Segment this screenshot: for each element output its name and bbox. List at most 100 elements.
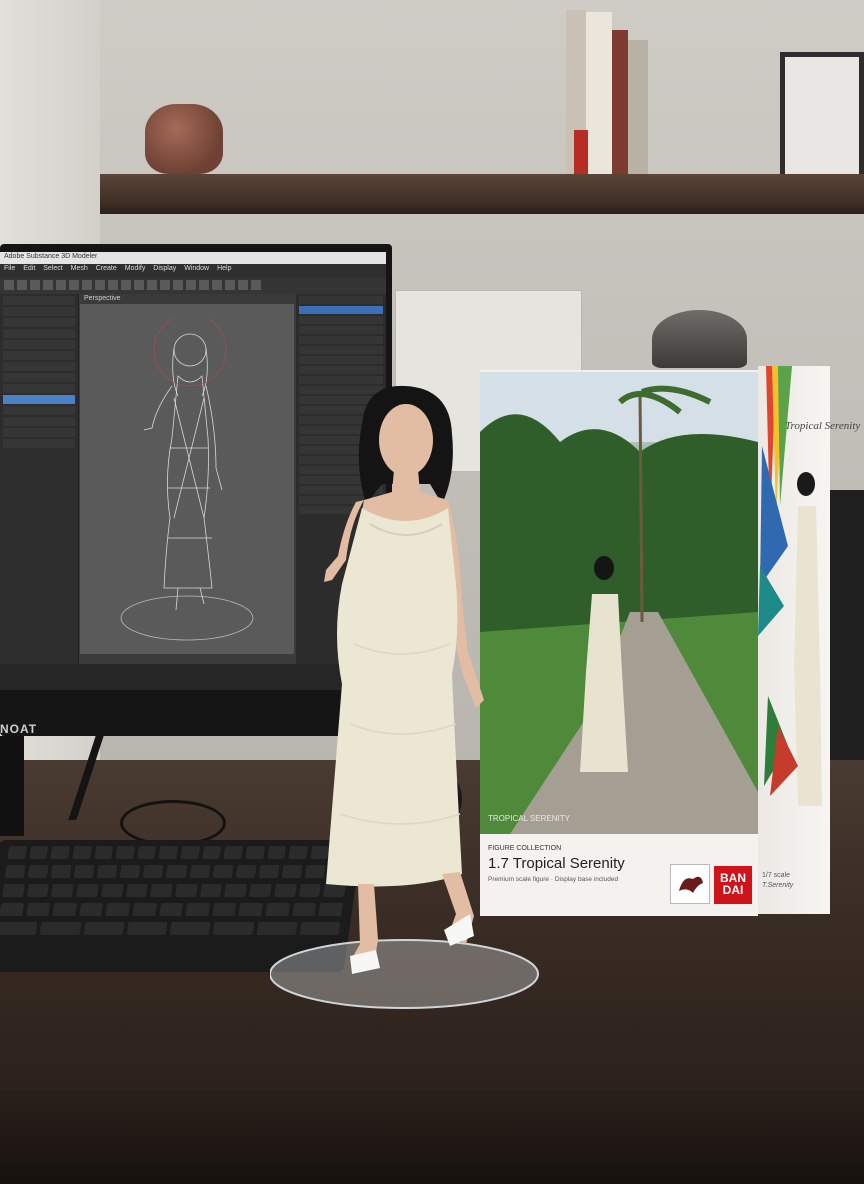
keyboard-key[interactable] [212, 903, 237, 916]
keyboard-key[interactable] [166, 865, 187, 878]
keyboard-key[interactable] [115, 846, 135, 859]
keyboard-key[interactable] [249, 884, 272, 897]
outliner-row[interactable] [3, 417, 75, 426]
menu-mesh[interactable]: Mesh [71, 265, 88, 272]
keyboard-key[interactable] [212, 922, 254, 935]
keyboard-key[interactable] [199, 884, 223, 897]
toolbar-button[interactable] [43, 280, 53, 290]
menu-create[interactable]: Create [96, 265, 117, 272]
keyboard-key[interactable] [26, 884, 50, 897]
keyboard-key[interactable] [238, 903, 264, 916]
keyboard-key[interactable] [119, 865, 141, 878]
attribute-row[interactable] [299, 336, 383, 344]
attribute-row[interactable] [299, 316, 383, 324]
toolbar-button[interactable] [56, 280, 66, 290]
toolbar-button[interactable] [17, 280, 27, 290]
toolbar-button[interactable] [30, 280, 40, 290]
keyboard-key[interactable] [245, 846, 265, 859]
keyboard-key[interactable] [50, 846, 71, 859]
toolbar-button[interactable] [251, 280, 261, 290]
menu-display[interactable]: Display [153, 265, 176, 272]
toolbar-button[interactable] [186, 280, 196, 290]
toolbar-button[interactable] [238, 280, 248, 290]
menu-window[interactable]: Window [184, 265, 209, 272]
outliner-row[interactable] [3, 406, 75, 415]
keyboard-key[interactable] [72, 846, 92, 859]
menu-help[interactable]: Help [217, 265, 231, 272]
menu-file[interactable]: File [4, 265, 15, 272]
keyboard-key[interactable] [223, 846, 244, 859]
outliner-row[interactable] [3, 373, 75, 382]
keyboard-key[interactable] [0, 903, 24, 916]
keyboard-key[interactable] [137, 846, 157, 859]
keyboard-key[interactable] [224, 884, 248, 897]
keyboard-key[interactable] [175, 884, 198, 897]
keyboard-key[interactable] [169, 922, 211, 935]
attribute-row[interactable] [299, 356, 383, 364]
keyboard-key[interactable] [100, 884, 124, 897]
attribute-row[interactable] [299, 296, 383, 304]
outliner-row[interactable] [3, 384, 75, 393]
toolbar-button[interactable] [199, 280, 209, 290]
keyboard-key[interactable] [126, 922, 168, 935]
keyboard-key[interactable] [96, 865, 118, 878]
keyboard-key[interactable] [51, 884, 74, 897]
keyboard-key[interactable] [52, 903, 77, 916]
outliner-row[interactable] [3, 395, 75, 404]
keyboard-key[interactable] [27, 865, 49, 878]
keyboard-key[interactable] [132, 903, 157, 916]
toolbar-button[interactable] [173, 280, 183, 290]
keyboard-key[interactable] [4, 865, 26, 878]
toolbar-button[interactable] [134, 280, 144, 290]
keyboard-key[interactable] [50, 865, 72, 878]
toolbar-button[interactable] [108, 280, 118, 290]
keyboard-key[interactable] [235, 865, 257, 878]
toolbar-button[interactable] [4, 280, 14, 290]
outliner-row[interactable] [3, 362, 75, 371]
menu-select[interactable]: Select [43, 265, 62, 272]
keyboard-key[interactable] [1, 884, 25, 897]
attribute-row[interactable] [299, 326, 383, 334]
toolbar-button[interactable] [147, 280, 157, 290]
menu-edit[interactable]: Edit [23, 265, 35, 272]
keyboard-key[interactable] [125, 884, 149, 897]
keyboard-key[interactable] [158, 846, 179, 859]
toolbar-button[interactable] [212, 280, 222, 290]
outliner-row[interactable] [3, 439, 75, 448]
outliner-row[interactable] [3, 351, 75, 360]
keyboard-key[interactable] [105, 903, 131, 916]
toolbar-button[interactable] [225, 280, 235, 290]
outliner-row[interactable] [3, 318, 75, 327]
toolbar-button[interactable] [160, 280, 170, 290]
keyboard-key[interactable] [79, 903, 104, 916]
keyboard-key[interactable] [189, 865, 211, 878]
keyboard-key[interactable] [150, 884, 173, 897]
toolbar-button[interactable] [69, 280, 79, 290]
outliner-row[interactable] [3, 340, 75, 349]
attribute-row[interactable] [299, 376, 383, 384]
menu-modify[interactable]: Modify [125, 265, 146, 272]
keyboard-key[interactable] [83, 922, 125, 935]
outliner-row[interactable] [3, 296, 75, 305]
outliner-row[interactable] [3, 307, 75, 316]
keyboard-key[interactable] [25, 903, 51, 916]
attribute-row[interactable] [299, 346, 383, 354]
keyboard-key[interactable] [143, 865, 164, 878]
keyboard-key[interactable] [28, 846, 49, 859]
keyboard-key[interactable] [73, 865, 95, 878]
keyboard-key[interactable] [201, 846, 222, 859]
attribute-row[interactable] [299, 306, 383, 314]
keyboard-key[interactable] [158, 903, 184, 916]
outliner-row[interactable] [3, 329, 75, 338]
keyboard-key[interactable] [185, 903, 211, 916]
keyboard-key[interactable] [93, 846, 114, 859]
attribute-row[interactable] [299, 366, 383, 374]
keyboard-key[interactable] [76, 884, 99, 897]
keyboard-key[interactable] [212, 865, 234, 878]
outliner-row[interactable] [3, 428, 75, 437]
keyboard-key[interactable] [0, 922, 38, 935]
toolbar-button[interactable] [121, 280, 131, 290]
keyboard-key[interactable] [7, 846, 27, 859]
toolbar-button[interactable] [82, 280, 92, 290]
keyboard-key[interactable] [180, 846, 200, 859]
